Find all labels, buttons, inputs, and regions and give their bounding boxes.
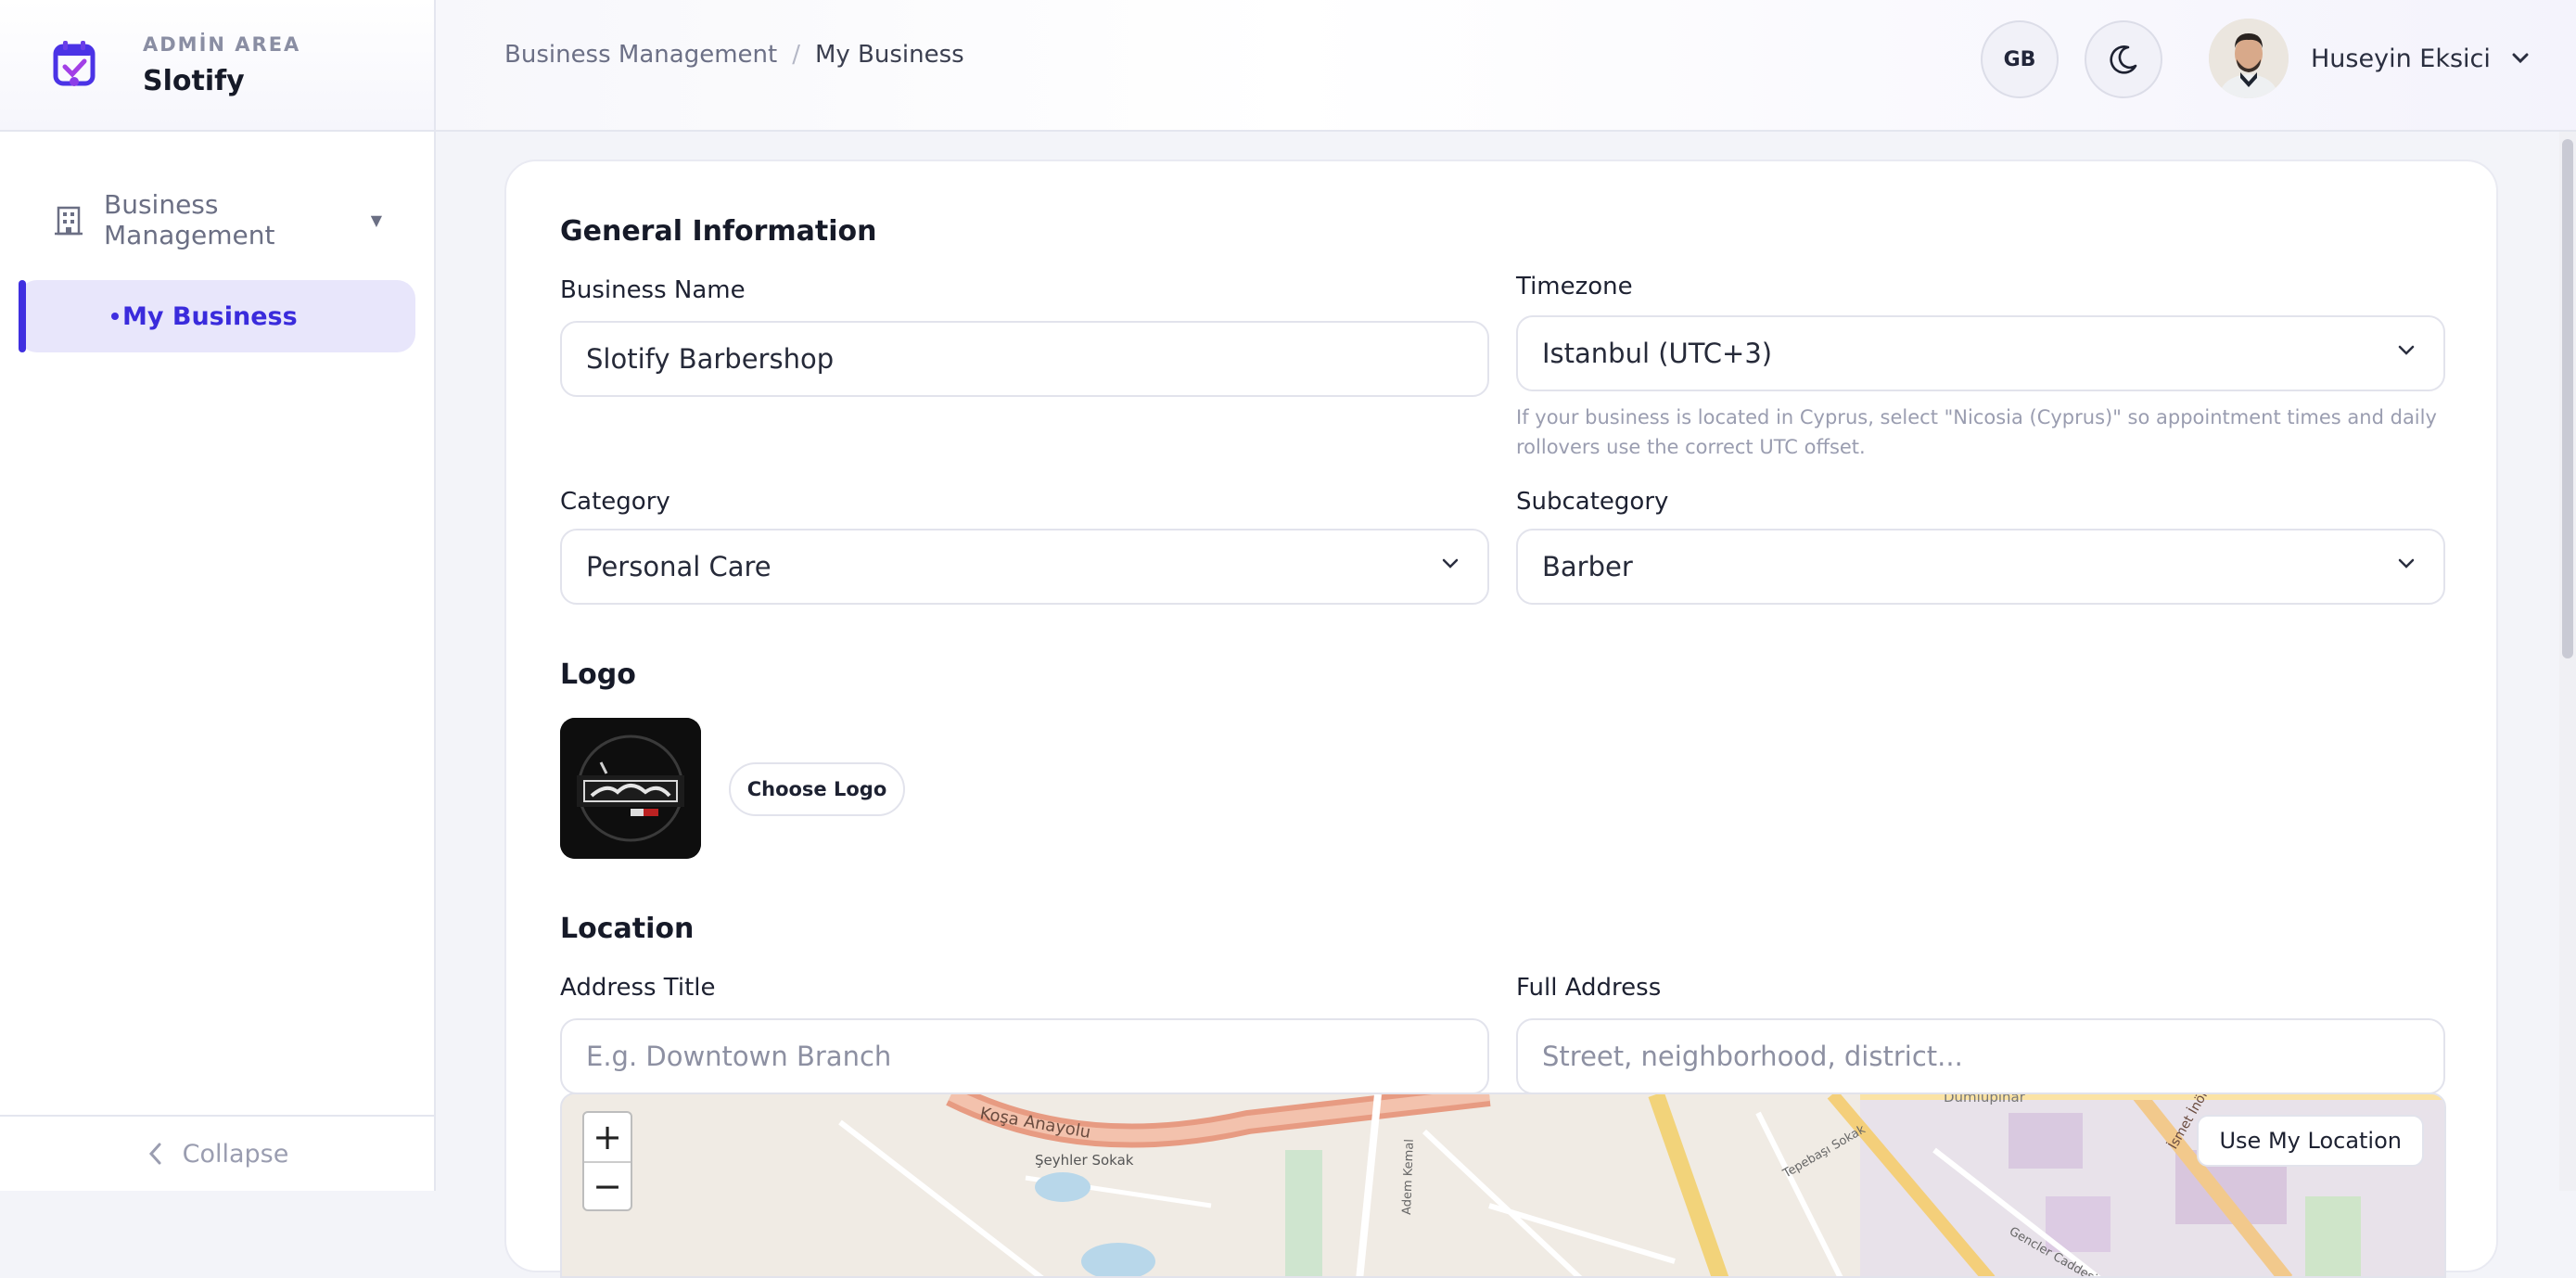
timezone-value: Istanbul (UTC+3) <box>1542 338 1773 369</box>
address-title-placeholder: E.g. Downtown Branch <box>586 1041 892 1072</box>
timezone-label: Timezone <box>1516 273 1633 300</box>
theme-toggle-button[interactable] <box>2085 20 2162 98</box>
choose-logo-label: Choose Logo <box>746 778 887 800</box>
sidebar-group-business-management[interactable]: Business Management ▼ <box>0 169 434 271</box>
chevron-left-icon <box>148 1143 161 1165</box>
language-button[interactable]: GB <box>1981 20 2059 98</box>
sidebar-item-label: My Business <box>122 301 298 331</box>
chevron-down-icon <box>1442 558 1459 569</box>
breadcrumb: Business Management / My Business <box>504 41 964 69</box>
language-label: GB <box>2003 47 2036 71</box>
full-address-input[interactable]: Street, neighborhood, district... <box>1516 1018 2445 1094</box>
brand-area-label: ADMİN AREA <box>143 32 301 56</box>
full-address-placeholder: Street, neighborhood, district... <box>1542 1041 1963 1072</box>
sidebar-group-label: Business Management <box>104 189 275 250</box>
bullet-icon <box>111 313 119 320</box>
subcategory-select[interactable]: Barber <box>1516 529 2445 605</box>
location-map[interactable]: Koşa Anayolu Şeyhler Sokak Adem Kemal Te… <box>560 1093 2446 1278</box>
topbar: Business Management / My Business GB Hus… <box>436 0 2576 132</box>
category-select[interactable]: Personal Care <box>560 529 1489 605</box>
map-street-label: Dumlupınar <box>1944 1094 2026 1105</box>
brand: ADMİN AREA Slotify <box>0 0 434 132</box>
caret-down-icon: ▼ <box>370 211 382 229</box>
scrollbar-thumb[interactable] <box>2562 139 2573 658</box>
avatar <box>2209 19 2289 98</box>
category-value: Personal Care <box>586 551 772 582</box>
location-title: Location <box>560 913 695 945</box>
collapse-button[interactable]: Collapse <box>0 1115 436 1191</box>
use-my-location-label: Use My Location <box>2219 1128 2402 1154</box>
zoom-in-button[interactable]: + <box>584 1113 631 1161</box>
logo-title: Logo <box>560 658 636 691</box>
map-street-label: Şeyhler Sokak <box>1035 1152 1134 1169</box>
use-my-location-button[interactable]: Use My Location <box>2197 1115 2424 1167</box>
map-tiles: Koşa Anayolu Şeyhler Sokak Adem Kemal Te… <box>562 1094 2444 1276</box>
slotify-logo-icon <box>53 41 96 86</box>
business-form-card: General Information Business Name Slotif… <box>504 160 2498 1278</box>
sidebar-item-my-business[interactable]: My Business <box>19 280 415 352</box>
zoom-out-button[interactable]: − <box>584 1161 631 1209</box>
timezone-hint: If your business is located in Cyprus, s… <box>1516 406 2437 458</box>
collapse-label: Collapse <box>182 1139 289 1169</box>
full-address-label: Full Address <box>1516 974 1662 1002</box>
user-name: Huseyin Eksici <box>2311 44 2491 73</box>
timezone-select[interactable]: Istanbul (UTC+3) <box>1516 315 2445 391</box>
map-street-label: Adem Kemal <box>1400 1139 1417 1215</box>
moon-icon <box>2110 45 2137 74</box>
map-zoom-control: + − <box>582 1111 632 1211</box>
business-name-value: Slotify Barbershop <box>586 343 835 375</box>
general-information-title: General Information <box>560 215 877 248</box>
chevron-down-icon <box>2512 53 2529 64</box>
breadcrumb-separator: / <box>792 41 800 69</box>
chevron-down-icon <box>2398 558 2415 569</box>
business-logo-image <box>560 718 701 859</box>
brand-name: Slotify <box>143 64 245 97</box>
building-icon <box>55 206 83 236</box>
breadcrumb-current: My Business <box>814 41 964 69</box>
address-title-input[interactable]: E.g. Downtown Branch <box>560 1018 1489 1094</box>
subcategory-label: Subcategory <box>1516 488 1669 516</box>
subcategory-value: Barber <box>1542 551 1633 582</box>
chevron-down-icon <box>2398 345 2415 355</box>
user-menu[interactable]: Huseyin Eksici <box>2209 19 2530 98</box>
category-label: Category <box>560 488 670 516</box>
breadcrumb-parent[interactable]: Business Management <box>504 41 777 69</box>
business-name-label: Business Name <box>560 276 746 304</box>
address-title-label: Address Title <box>560 974 716 1002</box>
sidebar: ADMİN AREA Slotify Business Management ▼… <box>0 0 436 1191</box>
business-name-input[interactable]: Slotify Barbershop <box>560 321 1489 397</box>
choose-logo-button[interactable]: Choose Logo <box>729 762 905 816</box>
